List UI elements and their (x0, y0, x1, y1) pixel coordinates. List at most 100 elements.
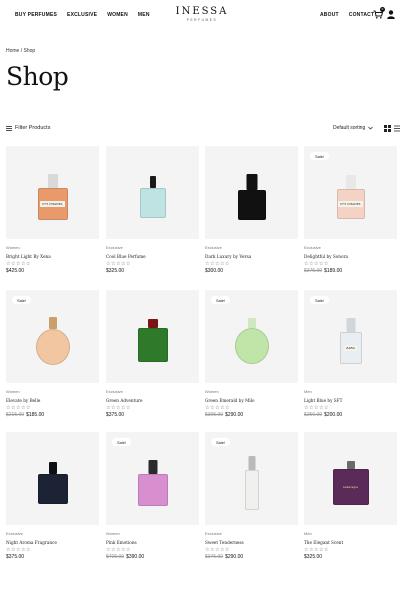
product-category[interactable]: Men (304, 389, 397, 394)
sale-badge: Sale! (211, 438, 231, 446)
rating-stars: ☆☆☆☆☆ (304, 261, 329, 267)
grid-view-icon[interactable] (384, 125, 391, 132)
nav-men[interactable]: MEN (138, 12, 150, 18)
product-image[interactable]: bakaragia (304, 432, 397, 525)
product-category[interactable]: Exclusive (205, 245, 298, 250)
product-card[interactable]: Exclusive Night Aroma Fragrance ☆☆☆☆☆ $375.… (6, 432, 99, 560)
bottle-cap-icon (48, 317, 57, 329)
product-category[interactable]: Women (205, 389, 298, 394)
list-view-icon[interactable] (394, 125, 400, 132)
perfume-bottle-icon (137, 328, 168, 362)
bottle-cap-icon (149, 176, 156, 188)
perfume-bottle-icon (139, 188, 166, 218)
product-category[interactable]: Women (6, 389, 99, 394)
nav-women[interactable]: WOMEN (107, 12, 128, 18)
bottle-cap-icon (48, 462, 57, 474)
product-image[interactable] (6, 432, 99, 525)
rating-stars: ☆☆☆☆☆ (205, 547, 230, 553)
product-category[interactable]: Exclusive (106, 389, 199, 394)
product-name[interactable]: Bright Light By Xena (6, 254, 99, 259)
breadcrumb[interactable]: Home / Shop (6, 48, 35, 54)
product-image[interactable] (106, 290, 199, 383)
bottle-cap-icon (345, 175, 356, 189)
bottle-cap-icon (346, 461, 355, 469)
product-name[interactable]: Delightful by Sonora (304, 254, 397, 259)
bottle-cap-icon (47, 174, 58, 188)
product-image[interactable]: N°5 CHANEL Sale! (304, 146, 397, 239)
product-image[interactable]: Sale! (205, 290, 298, 383)
product-price: $300.00 (205, 268, 298, 274)
product-category[interactable]: Exclusive (106, 245, 199, 250)
product-card[interactable]: bakaragia Men The Elegant Scent ☆☆☆☆☆ $325.0… (304, 432, 397, 560)
product-category[interactable]: Women (6, 245, 99, 250)
current-price: $290.00 (225, 412, 244, 418)
product-card[interactable]: ZARA Sale! Men Light Blue by SFT ☆☆☆☆☆ $250.0… (304, 290, 397, 418)
product-name[interactable]: Green Adventure (106, 398, 199, 403)
sale-badge: Sale! (310, 152, 330, 160)
product-image[interactable]: ZARA Sale! (304, 290, 397, 383)
sale-badge: Sale! (12, 296, 32, 304)
site-logo[interactable]: INESSA PERFUMES (170, 6, 234, 22)
product-category[interactable]: Exclusive (205, 531, 298, 536)
product-name[interactable]: Night Aroma Fragrance (6, 540, 99, 545)
product-image[interactable]: N°5 CHANEL (6, 146, 99, 239)
product-image[interactable]: Sale! (205, 432, 298, 525)
sort-select[interactable]: Default sorting (333, 125, 373, 131)
product-category[interactable]: Exclusive (6, 531, 99, 536)
current-price: $390.00 (126, 554, 145, 560)
product-card[interactable]: Sale! Exclusive Sweet Tenderness ☆☆☆☆☆ $375.… (205, 432, 298, 560)
product-image[interactable] (106, 146, 199, 239)
product-image[interactable]: Sale! (6, 290, 99, 383)
bottle-cap-icon (346, 318, 355, 332)
product-category[interactable]: Exclusive (304, 245, 397, 250)
user-account-icon[interactable] (387, 10, 395, 19)
bottle-cap-icon (248, 456, 255, 470)
product-card[interactable]: N°5 CHANEL Women Bright Light By Xena ☆☆☆☆☆… (6, 146, 99, 274)
product-name[interactable]: Pink Emotions (106, 540, 199, 545)
page-title: Shop (6, 62, 69, 91)
product-card[interactable]: Sale! Women Green Emerald by Milo ☆☆☆☆☆ $305… (205, 290, 298, 418)
bottle-label: bakaragia (342, 485, 359, 489)
product-name[interactable]: Elevate by Belle (6, 398, 99, 403)
product-price: $250.00 $200.00 (304, 412, 397, 418)
product-name[interactable]: Cool Blue Perfume (106, 254, 199, 259)
perfume-bottle-icon (137, 474, 168, 506)
product-card[interactable]: Exclusive Green Adventure ☆☆☆☆☆ $375.00 (106, 290, 199, 418)
product-name[interactable]: Dark Luxury by Versa (205, 254, 298, 259)
product-name[interactable]: Green Emerald by Milo (205, 398, 298, 403)
product-price: $375.00 $290.00 (205, 554, 298, 560)
rating-stars: ☆☆☆☆☆ (106, 547, 131, 553)
product-card[interactable]: Exclusive Cool Blue Perfume ☆☆☆☆☆ $325.00 (106, 146, 199, 274)
main-nav: BUY PERFUMES EXCLUSIVE WOMEN MEN (15, 12, 150, 18)
product-card[interactable]: Exclusive Dark Luxury by Versa ☆☆☆☆☆ $300.0… (205, 146, 298, 274)
product-name[interactable]: The Elegant Scent (304, 540, 397, 545)
product-name[interactable]: Sweet Tenderness (205, 540, 298, 545)
rating-stars: ☆☆☆☆☆ (6, 547, 31, 553)
product-card[interactable]: N°5 CHANEL Sale! Exclusive Delightful by So… (304, 146, 397, 274)
current-price: $300.00 (205, 268, 224, 274)
perfume-bottle-icon (37, 474, 68, 504)
bottle-cap-icon (148, 460, 157, 474)
nav-contact[interactable]: CONTACT (349, 12, 374, 18)
old-price: $375.00 (304, 268, 323, 274)
filter-products-button[interactable]: Filter Products (6, 125, 50, 131)
nav-buy-perfumes[interactable]: BUY PERFUMES (15, 12, 57, 18)
nav-about[interactable]: ABOUT (320, 12, 339, 18)
product-category[interactable]: Men (304, 531, 397, 536)
rating-stars: ☆☆☆☆☆ (205, 405, 230, 411)
perfume-bottle-icon (234, 328, 269, 364)
product-card[interactable]: Sale! Women Elevate by Belle ☆☆☆☆☆ $215.00 $1… (6, 290, 99, 418)
perfume-bottle-icon (237, 190, 266, 220)
product-image[interactable] (205, 146, 298, 239)
sort-label: Default sorting (333, 125, 366, 131)
sale-badge: Sale! (310, 296, 330, 304)
product-category[interactable]: Women (106, 531, 199, 536)
secondary-nav: ABOUT CONTACT (320, 12, 374, 18)
product-card[interactable]: Sale! Women Pink Emotions ☆☆☆☆☆ $405.00 $390.… (106, 432, 199, 560)
filter-icon (6, 125, 12, 131)
logo-text: INESSA (175, 6, 229, 17)
product-name[interactable]: Light Blue by SFT (304, 398, 397, 403)
rating-stars: ☆☆☆☆☆ (304, 405, 329, 411)
nav-exclusive[interactable]: EXCLUSIVE (67, 12, 97, 18)
product-image[interactable]: Sale! (106, 432, 199, 525)
